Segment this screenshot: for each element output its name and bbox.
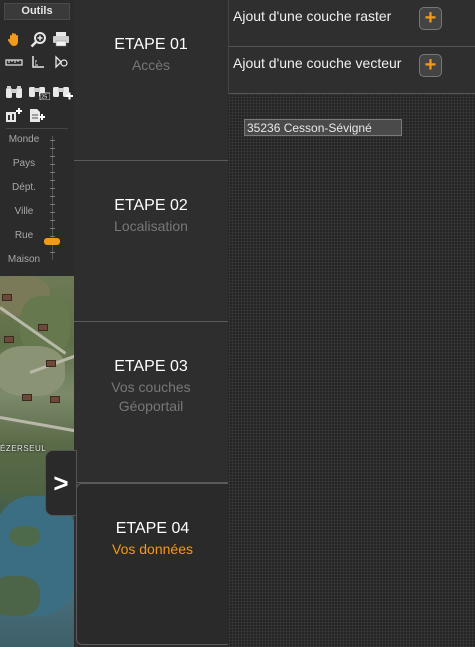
tools-panel: Outils 25 Monde Pays Dépt. Ville Rue Mai… (0, 0, 74, 276)
step-number: ETAPE 01 (114, 36, 188, 53)
zoom-level-monde[interactable]: Monde (4, 134, 44, 145)
step-04[interactable]: ETAPE 04 Vos données (76, 483, 228, 645)
raster-layer-row: Ajout d'une couche raster + (229, 0, 475, 47)
step-subtitle: Accès (131, 57, 171, 73)
steps-column: ETAPE 01 Accès ETAPE 02 Localisation ETA… (74, 0, 228, 647)
angle-measure-icon[interactable] (29, 53, 47, 71)
binoculars-scale-icon[interactable]: 25 (28, 83, 50, 101)
step-subtitle: Vos couches Géoportail (111, 379, 191, 414)
zoom-in-icon[interactable] (29, 30, 47, 48)
location-field[interactable] (244, 119, 402, 136)
layer-add-section: Ajout d'une couche raster + Ajout d'une … (228, 0, 475, 94)
zoom-level-maison[interactable]: Maison (4, 254, 44, 265)
hand-pan-icon[interactable] (5, 30, 23, 48)
binoculars-plus-icon[interactable] (52, 83, 74, 101)
step-03[interactable]: ETAPE 03 Vos couches Géoportail (74, 322, 228, 483)
zoom-level-pays[interactable]: Pays (4, 158, 44, 169)
ruler-icon[interactable] (5, 53, 23, 71)
vector-layer-row: Ajout d'une couche vecteur + (229, 47, 475, 93)
app-root: ÉZERSEUL Outils 25 Monde Pays Dépt. Vill… (0, 0, 475, 647)
add-document-icon[interactable] (28, 106, 46, 124)
step-number: ETAPE 04 (115, 520, 190, 537)
step-number: ETAPE 02 (114, 197, 188, 214)
step-number: ETAPE 03 (114, 358, 188, 375)
binoculars-icon[interactable] (5, 83, 23, 101)
content-panel: Ajout d'une couche raster + Ajout d'une … (228, 0, 475, 647)
step-01[interactable]: ETAPE 01 Accès (74, 0, 228, 161)
vector-layer-label: Ajout d'une couche vecteur (233, 55, 402, 71)
zoom-level-rue[interactable]: Rue (4, 230, 44, 241)
print-icon[interactable] (52, 30, 70, 48)
panel-toggle-button[interactable]: > (45, 450, 77, 516)
zoom-level-dept[interactable]: Dépt. (4, 182, 44, 193)
zoom-slider-thumb[interactable] (44, 238, 60, 245)
step-02[interactable]: ETAPE 02 Localisation (74, 161, 228, 322)
area-measure-icon[interactable] (52, 53, 70, 71)
map-place-label: ÉZERSEUL (0, 444, 47, 453)
step-subtitle: Vos données (112, 541, 193, 557)
zoom-level-ville[interactable]: Ville (4, 206, 44, 217)
svg-text:25: 25 (41, 95, 47, 100)
tools-title: Outils (4, 3, 70, 20)
add-raster-layer-button[interactable]: + (419, 7, 442, 30)
add-layer-icon[interactable] (5, 106, 23, 124)
raster-layer-label: Ajout d'une couche raster (233, 8, 392, 24)
tools-divider (6, 128, 68, 129)
add-vector-layer-button[interactable]: + (419, 54, 442, 77)
step-subtitle: Localisation (114, 218, 188, 234)
